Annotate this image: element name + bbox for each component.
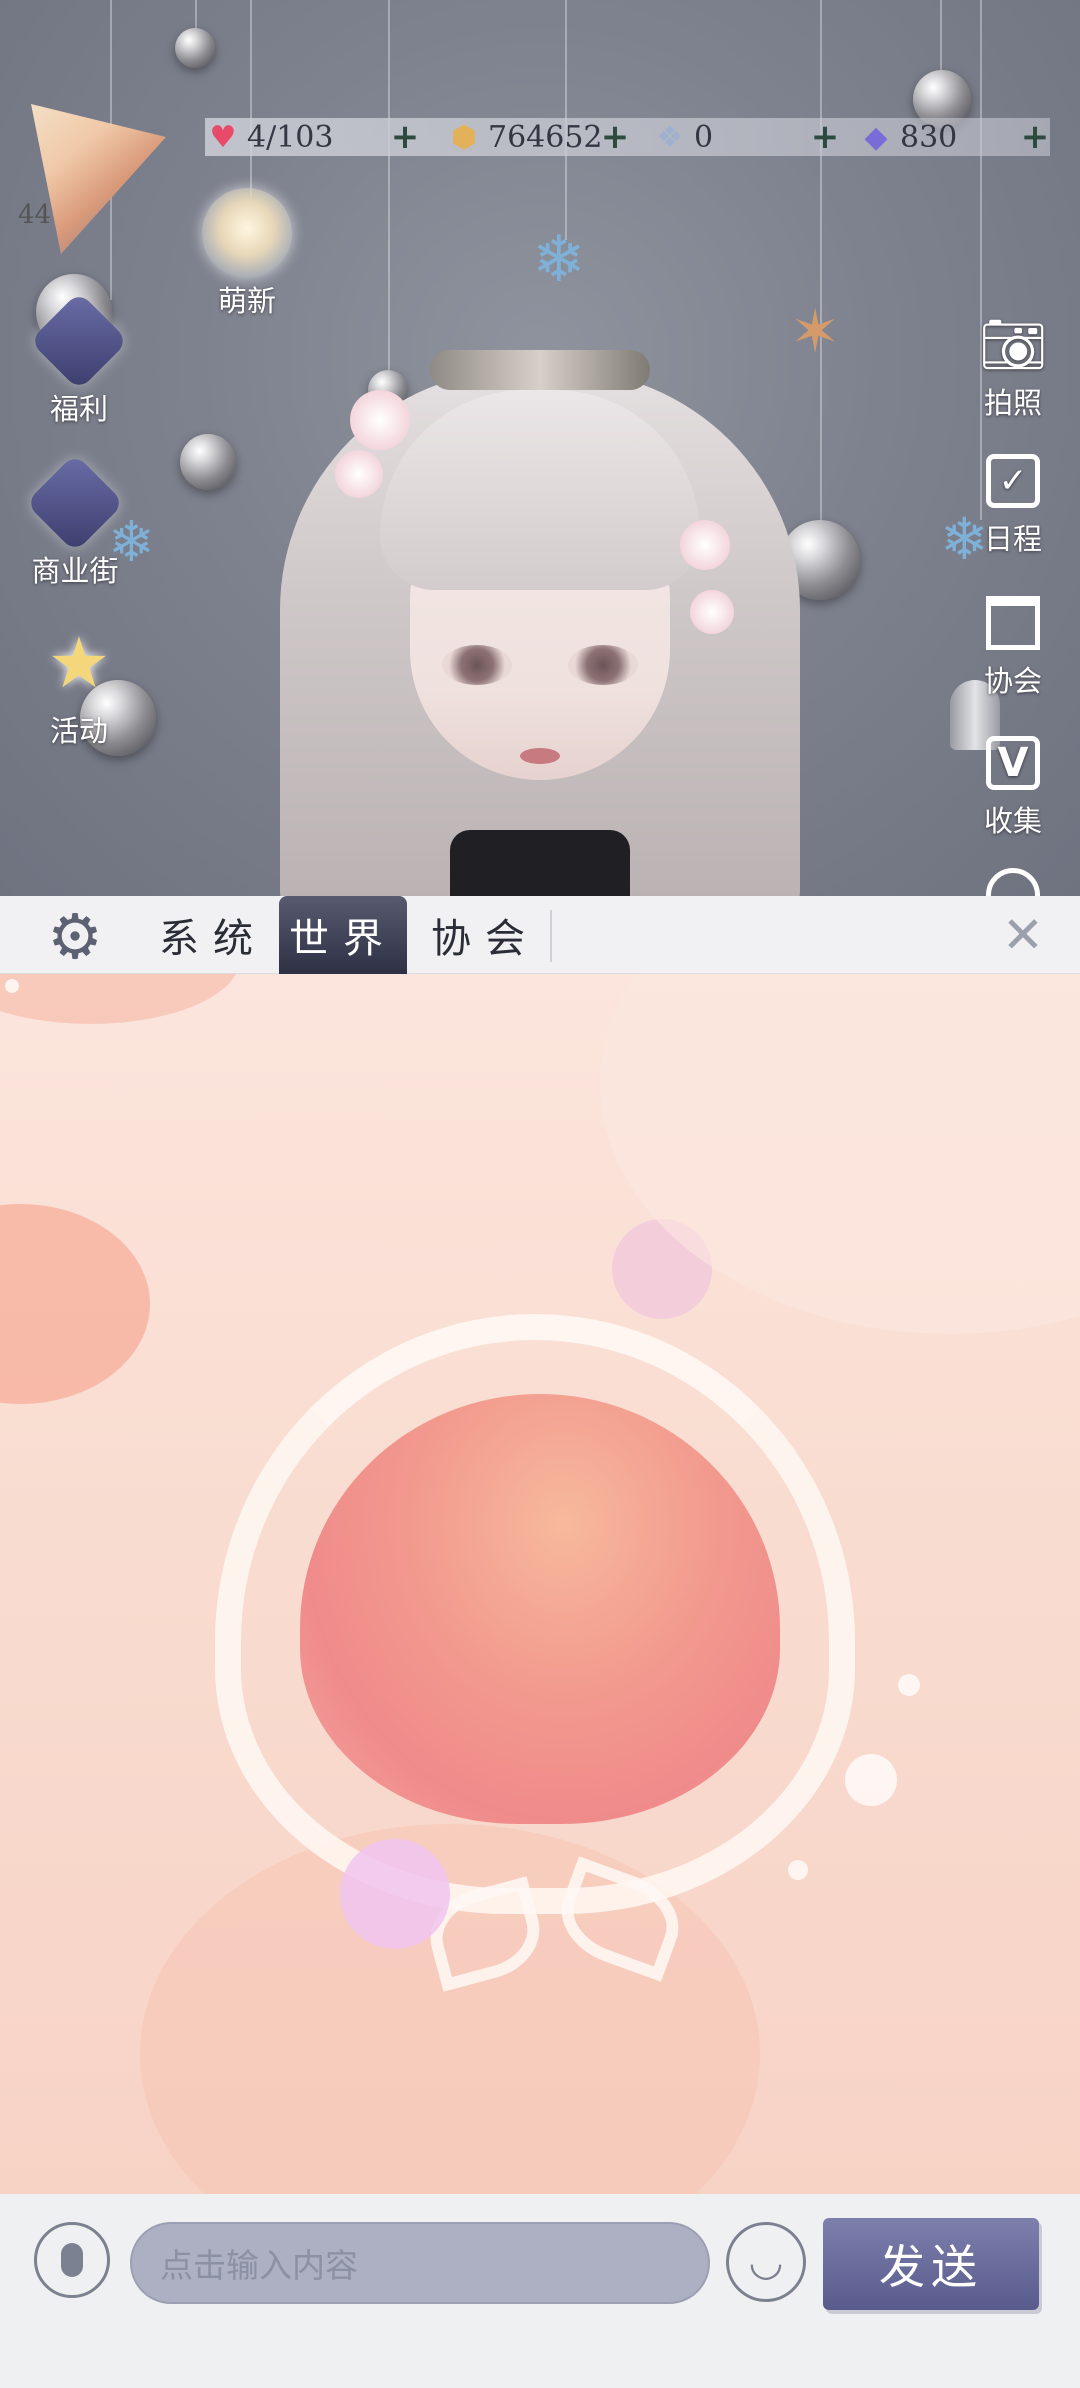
- crystal-icon: ❖: [656, 119, 684, 155]
- photo-label: 拍照: [983, 386, 1042, 420]
- hair-flower: [350, 390, 410, 450]
- character-eye: [442, 645, 512, 685]
- guild-label: 协会: [983, 664, 1042, 698]
- decor-blob: [340, 1839, 450, 1949]
- calendar-check-icon: ✓: [978, 446, 1048, 516]
- newbie-label: 萌新: [217, 284, 276, 318]
- chat-message-area[interactable]: [0, 974, 1080, 2194]
- guild-button[interactable]: 协会: [978, 588, 1048, 700]
- events-button[interactable]: ★ 活动: [34, 618, 124, 750]
- chat-tab-bar: ⚙ 系统 世界 协会 ✕: [0, 896, 1080, 974]
- diamond-display: ◆ 830: [858, 118, 957, 156]
- diamond-value: 830: [900, 119, 958, 155]
- shopping-bag-icon: [25, 453, 125, 553]
- send-button-label: 发送: [879, 2240, 983, 2294]
- decor-blob: [0, 974, 240, 1024]
- coin-display: ⬢ 764652: [446, 118, 603, 156]
- decor-dot: [898, 1674, 920, 1696]
- character-headpiece: [430, 350, 650, 390]
- tab-divider: [550, 910, 552, 962]
- player-level: 44: [18, 200, 52, 230]
- character-eye: [568, 645, 638, 685]
- hot-air-balloon-icon: [29, 291, 129, 391]
- heart-ring-icon: [978, 860, 1048, 896]
- tab-system[interactable]: 系统: [148, 896, 278, 974]
- diamond-icon: ◆: [864, 119, 888, 155]
- coin-icon: ⬢: [450, 119, 478, 155]
- hair-flower: [680, 520, 730, 570]
- newbie-button[interactable]: 萌新: [202, 188, 292, 320]
- stamina-value: 4/103: [247, 119, 334, 155]
- photo-button[interactable]: 📷︎ 拍照: [978, 310, 1048, 422]
- collection-label: 收集: [983, 804, 1042, 838]
- v-badge-icon: V: [978, 728, 1048, 798]
- microphone-icon[interactable]: [34, 2222, 110, 2298]
- hair-flower: [335, 450, 383, 498]
- add-coins-button[interactable]: +: [598, 120, 632, 154]
- send-button[interactable]: 发送: [823, 2218, 1039, 2310]
- heart-icon: ♥: [209, 119, 237, 155]
- tab-system-label: 系统: [159, 916, 267, 962]
- tab-guild-label: 协会: [431, 916, 539, 962]
- add-diamonds-button[interactable]: +: [1018, 120, 1052, 154]
- chat-input-bar: 点击输入内容 ◡ 发送: [0, 2194, 1080, 2388]
- shop-street-label: 商业街: [31, 554, 119, 588]
- character-portrait: [280, 330, 800, 896]
- character-mouth: [520, 748, 560, 764]
- player-avatar[interactable]: 44: [16, 104, 166, 254]
- peach-outline: [215, 1314, 855, 1914]
- chat-input-field[interactable]: 点击输入内容: [130, 2222, 710, 2304]
- avatar-image: [31, 104, 166, 254]
- stars-icon: ★: [47, 622, 111, 704]
- character-collar: [450, 830, 630, 896]
- decor-dot: [845, 1754, 897, 1806]
- schedule-label: 日程: [983, 522, 1042, 556]
- events-label: 活动: [49, 714, 108, 748]
- add-stamina-button[interactable]: +: [388, 120, 422, 154]
- silver-orb: [180, 434, 236, 490]
- welfare-button[interactable]: 福利: [29, 291, 129, 428]
- shop-street-button[interactable]: 商业街: [25, 453, 125, 590]
- decor-string: [820, 0, 822, 530]
- tab-world-label: 世界: [289, 916, 397, 962]
- camera-icon: 📷︎: [978, 313, 1048, 376]
- emoji-icon[interactable]: ◡: [726, 2222, 806, 2302]
- more-button[interactable]: [978, 860, 1048, 896]
- gear-icon[interactable]: ⚙: [42, 904, 108, 970]
- decor-dot: [5, 979, 19, 993]
- add-crystals-button[interactable]: +: [808, 120, 842, 154]
- crystal-value: 0: [694, 119, 714, 155]
- decor-dot: [788, 1860, 808, 1880]
- decor-string: [250, 0, 252, 200]
- decor-blob: [0, 1204, 150, 1404]
- tab-guild[interactable]: 协会: [420, 896, 550, 974]
- close-icon[interactable]: ✕: [996, 908, 1050, 962]
- tab-world[interactable]: 世界: [279, 896, 407, 974]
- stamina-display: ♥ 4/103: [205, 118, 334, 156]
- coin-value: 764652: [488, 119, 603, 155]
- decor-string: [940, 0, 942, 80]
- schedule-button[interactable]: ✓ 日程: [978, 446, 1048, 558]
- crystal-display: ❖ 0: [652, 118, 714, 156]
- collection-button[interactable]: V 收集: [978, 728, 1048, 840]
- silver-orb: [175, 28, 215, 68]
- hair-flower: [690, 590, 734, 634]
- butterfly-bubble-icon: [202, 188, 292, 278]
- decor-string: [980, 0, 982, 520]
- snowflake-icon: ❄: [532, 223, 586, 297]
- building-icon: [978, 588, 1048, 658]
- chat-input-placeholder: 点击输入内容: [160, 2246, 358, 2285]
- welfare-label: 福利: [49, 392, 108, 426]
- game-scene: ❄ ❄ ❄ ✶ ♥ 4/103 + ⬢ 764652 + ❖ 0 + ◆ 830…: [0, 0, 1080, 896]
